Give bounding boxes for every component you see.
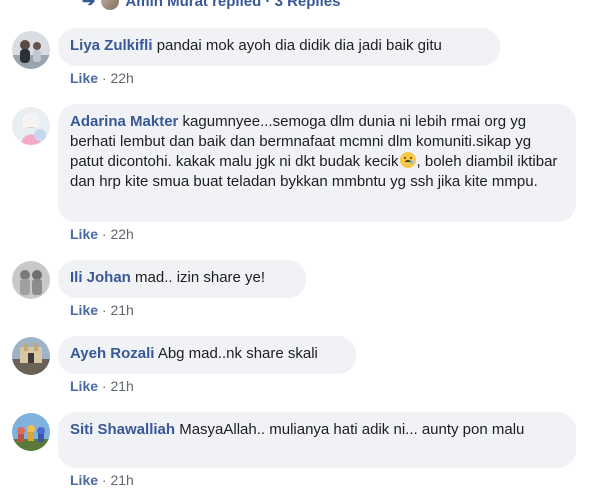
- comment-time[interactable]: 21h: [110, 472, 133, 488]
- comment-time[interactable]: 22h: [110, 226, 133, 242]
- meta-separator: ·: [101, 302, 107, 318]
- like-link[interactable]: Like: [70, 378, 98, 394]
- avatar[interactable]: [12, 261, 50, 299]
- comment-text: pandai mok ayoh dia didik dia jadi baik …: [156, 37, 442, 54]
- avatar[interactable]: [12, 107, 50, 145]
- comment-author[interactable]: Siti Shawalliah: [70, 421, 175, 438]
- comment-time[interactable]: 21h: [110, 378, 133, 394]
- comment-meta: Like · 22h: [70, 70, 134, 86]
- comment-text: mad.. izin share ye!: [135, 269, 266, 286]
- meta-separator: ·: [101, 70, 107, 86]
- comment-author[interactable]: Liya Zulkifli: [70, 37, 153, 54]
- replier-avatar: [101, 0, 120, 10]
- meta-separator: ·: [101, 378, 107, 394]
- comment-time[interactable]: 21h: [110, 302, 133, 318]
- avatar-image: [12, 107, 50, 145]
- avatar-image: [12, 413, 50, 451]
- avatar[interactable]: [12, 31, 50, 69]
- avatar-image: [12, 261, 50, 299]
- comment-time[interactable]: 22h: [110, 70, 133, 86]
- comment-author[interactable]: Ayeh Rozali: [70, 345, 154, 362]
- comment-meta: Like · 21h: [70, 472, 134, 488]
- avatar-image: [12, 337, 50, 375]
- comment-meta: Like · 21h: [70, 378, 134, 394]
- comment-text: Abg mad..nk share skali: [157, 345, 318, 362]
- replies-link-text: Amin Murat replied · 3 Replies: [125, 0, 341, 10]
- comment-meta: Like · 22h: [70, 226, 134, 242]
- avatar-image: [12, 31, 50, 69]
- avatar[interactable]: [12, 337, 50, 375]
- comment-bubble: Siti Shawalliah MasyaAllah.. mulianya ha…: [58, 412, 576, 468]
- avatar[interactable]: [12, 413, 50, 451]
- replies-link[interactable]: ➔ Amin Murat replied · 3 Replies: [82, 0, 340, 10]
- comment-author[interactable]: Ili Johan: [70, 269, 131, 286]
- comment-bubble: Liya Zulkifli pandai mok ayoh dia didik …: [58, 28, 500, 66]
- like-link[interactable]: Like: [70, 472, 98, 488]
- comment-text: MasyaAllah.. mulianya hati adik ni... au…: [179, 421, 525, 438]
- like-link[interactable]: Like: [70, 226, 98, 242]
- comment-bubble: Ayeh Rozali Abg mad..nk share skali: [58, 336, 356, 374]
- comment-bubble: Ili Johan mad.. izin share ye!: [58, 260, 306, 298]
- meta-separator: ·: [101, 472, 107, 488]
- comment-bubble: Adarina Makter kagumnyee...semoga dlm du…: [58, 104, 576, 222]
- like-link[interactable]: Like: [70, 70, 98, 86]
- sad-face-with-tear-icon: [399, 152, 416, 168]
- comment-author[interactable]: Adarina Makter: [70, 113, 178, 130]
- comment-meta: Like · 21h: [70, 302, 134, 318]
- like-link[interactable]: Like: [70, 302, 98, 318]
- reply-arrow-icon: ➔: [82, 0, 96, 10]
- meta-separator: ·: [101, 226, 107, 242]
